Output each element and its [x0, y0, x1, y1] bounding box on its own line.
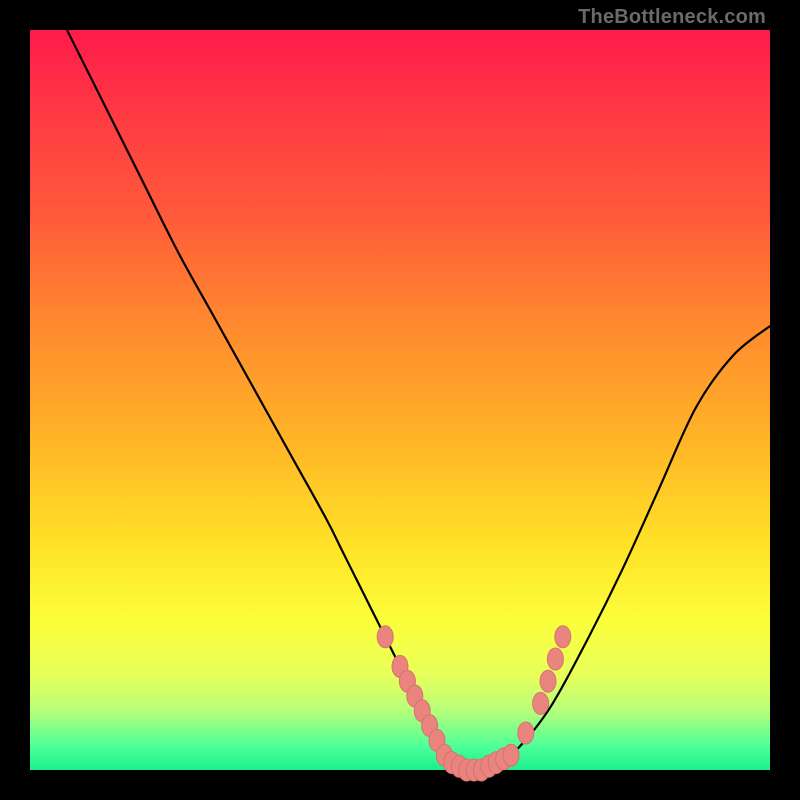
- watermark-text: TheBottleneck.com: [578, 6, 766, 29]
- bottleneck-curve: [67, 30, 770, 770]
- plot-area: [30, 30, 770, 770]
- curve-layer: [30, 30, 770, 770]
- curve-marker: [518, 722, 534, 744]
- curve-markers: [377, 626, 571, 781]
- curve-marker: [547, 648, 563, 670]
- curve-marker: [540, 670, 556, 692]
- curve-marker: [555, 626, 571, 648]
- curve-marker: [533, 692, 549, 714]
- curve-marker: [503, 744, 519, 766]
- chart-frame: TheBottleneck.com: [0, 0, 800, 800]
- curve-marker: [377, 626, 393, 648]
